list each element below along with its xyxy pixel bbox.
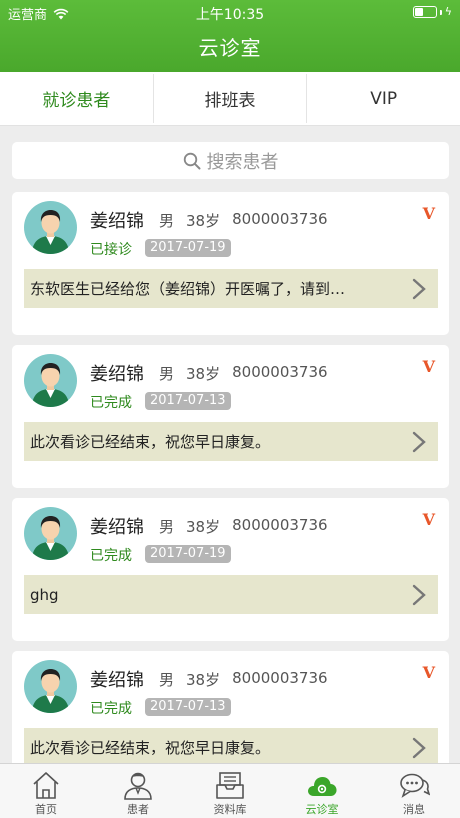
visit-status: 已完成 [90,395,132,411]
patient-card[interactable]: 姜绍锦 男 38岁 8000003736 V 已完成 2017-07-13 此次… [12,345,449,488]
visit-date: 2017-07-13 [145,698,231,716]
patient-id: 8000003736 [232,516,328,534]
patient-card[interactable]: 姜绍锦 男 38岁 8000003736 V 已接诊 2017-07-19 东软… [12,192,449,335]
tab-visiting-patients[interactable]: 就诊患者 [0,74,154,123]
message-text: 此次看诊已经结束，祝您早日康复。 [30,739,271,757]
patient-gender: 男 [159,671,175,689]
patient-age: 38岁 [186,518,221,536]
doctor-avatar [24,507,77,560]
visit-date: 2017-07-19 [145,239,231,257]
battery-icon: ϟ [412,5,452,18]
vip-icon: V [422,204,435,223]
patient-name: 姜绍锦 [90,670,144,691]
vip-icon: V [422,510,435,529]
patient-age: 38岁 [186,212,221,230]
patient-gender: 男 [159,518,175,536]
status-bar: 运营商 上午10:35 ϟ [0,0,460,24]
nav-messages[interactable]: 消息 [368,764,460,818]
nav-cloud-clinic[interactable]: 云诊室 [276,764,368,818]
patient-age: 38岁 [186,365,221,383]
search-icon [183,152,200,169]
patient-meta: 男 38岁 8000003736 [159,363,328,384]
message-text: 东软医生已经给您（姜绍锦）开医嘱了，请到… [30,280,346,298]
bottom-nav: 首页 患者 资料库 云诊室 消息 [0,763,460,818]
clock: 上午10:35 [195,7,265,23]
tab-bar: 就诊患者 排班表 VIP [0,72,460,126]
nav-archive[interactable]: 资料库 [184,764,276,818]
visit-status: 已完成 [90,548,132,564]
header: 运营商 上午10:35 ϟ 云诊室 [0,0,460,72]
nav-messages-label: 消息 [403,803,425,816]
vip-icon: V [422,663,435,682]
chevron-right-icon [412,278,426,300]
chevron-right-icon [412,737,426,759]
tab-schedule[interactable]: 排班表 [154,74,308,123]
nav-home[interactable]: 首页 [0,764,92,818]
chevron-right-icon [412,431,426,453]
home-icon [33,772,59,799]
patient-id: 8000003736 [232,363,328,381]
nav-patients[interactable]: 患者 [92,764,184,818]
patient-meta: 男 38岁 8000003736 [159,210,328,231]
patient-gender: 男 [159,212,175,230]
latest-message[interactable]: 此次看诊已经结束，祝您早日康复。 [24,728,438,763]
visit-date: 2017-07-19 [145,545,231,563]
message-icon [400,773,430,798]
latest-message[interactable]: 东软医生已经给您（姜绍锦）开医嘱了，请到… [24,269,438,308]
patient-name: 姜绍锦 [90,364,144,385]
visit-status: 已接诊 [90,242,132,258]
visit-date: 2017-07-13 [145,392,231,410]
nav-home-label: 首页 [35,803,57,816]
message-text: ghg [30,585,59,604]
latest-message[interactable]: 此次看诊已经结束，祝您早日康复。 [24,422,438,461]
patient-age: 38岁 [186,671,221,689]
patient-id: 8000003736 [232,210,328,228]
doctor-avatar [24,201,77,254]
vip-icon: V [422,357,435,376]
patient-meta: 男 38岁 8000003736 [159,669,328,690]
patient-name: 姜绍锦 [90,517,144,538]
latest-message[interactable]: ghg [24,575,438,614]
charging-icon: ϟ [444,5,452,18]
patient-meta: 男 38岁 8000003736 [159,516,328,537]
nav-patients-label: 患者 [127,803,149,816]
patient-icon [124,772,152,800]
patient-card[interactable]: 姜绍锦 男 38岁 8000003736 V 已完成 2017-07-13 此次… [12,651,449,763]
doctor-avatar [24,354,77,407]
visit-status: 已完成 [90,701,132,717]
patient-card[interactable]: 姜绍锦 男 38岁 8000003736 V 已完成 2017-07-19 gh… [12,498,449,641]
patient-name: 姜绍锦 [90,211,144,232]
search-placeholder: 搜索患者 [206,151,279,173]
patient-id: 8000003736 [232,669,328,687]
patient-list: 姜绍锦 男 38岁 8000003736 V 已接诊 2017-07-19 东软… [12,192,449,763]
archive-icon [216,772,244,799]
patient-gender: 男 [159,365,175,383]
nav-cloud-clinic-label: 云诊室 [305,803,339,816]
nav-archive-label: 资料库 [213,803,247,816]
doctor-avatar [24,660,77,713]
page-title: 云诊室 [198,36,262,60]
cloud-clinic-icon [308,777,337,796]
search-input[interactable]: 搜索患者 [12,142,449,179]
tab-vip[interactable]: VIP [307,74,460,123]
chevron-right-icon [412,584,426,606]
message-text: 此次看诊已经结束，祝您早日康复。 [30,433,271,451]
